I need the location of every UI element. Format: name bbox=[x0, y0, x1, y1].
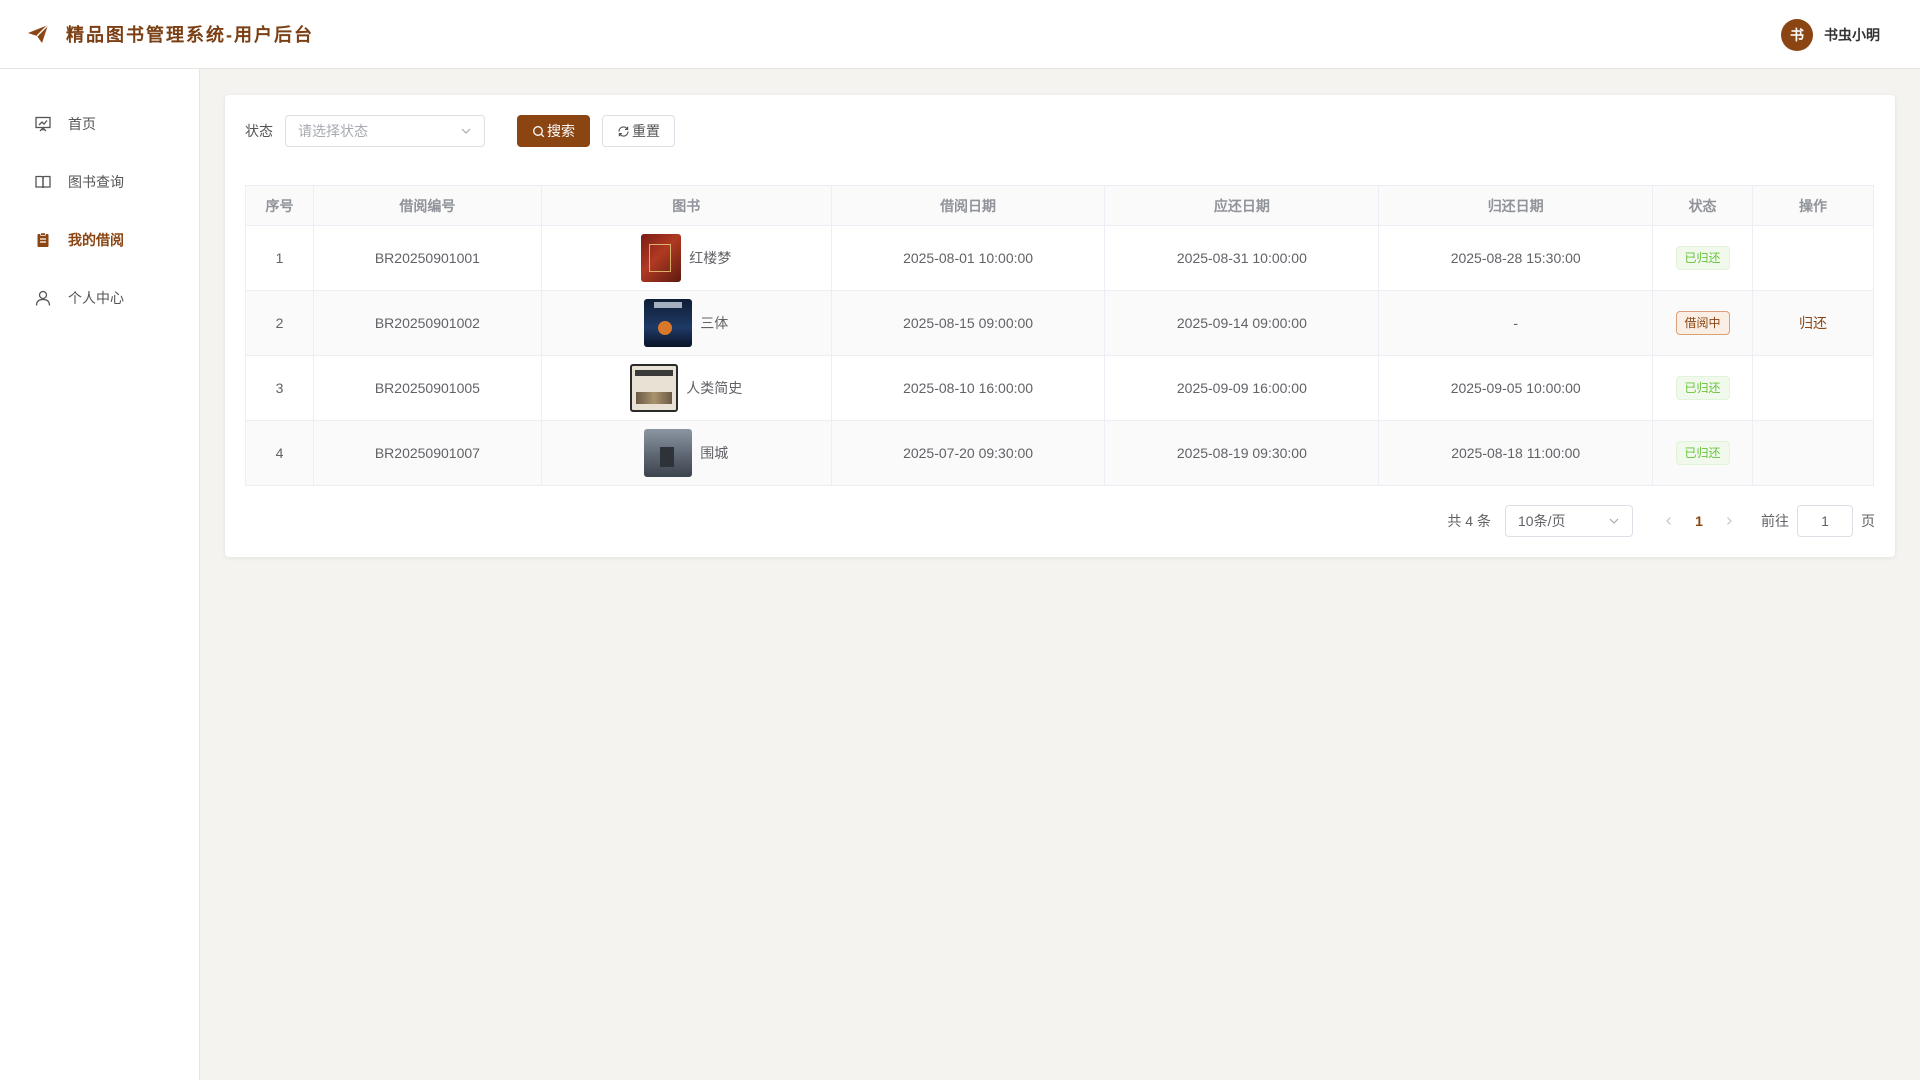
status-select[interactable]: 请选择状态 bbox=[285, 115, 485, 147]
book-cell: 红楼梦 bbox=[542, 234, 831, 282]
sidebar-item-label: 个人中心 bbox=[68, 290, 124, 306]
return-book-link[interactable]: 归还 bbox=[1799, 315, 1827, 331]
book-cell: 三体 bbox=[542, 299, 831, 347]
chevron-right-icon bbox=[1727, 517, 1732, 525]
borrow-number: BR20250901005 bbox=[312, 355, 542, 421]
borrow-number: BR20250901002 bbox=[312, 290, 542, 356]
due-date: 2025-09-09 16:00:00 bbox=[1104, 355, 1380, 421]
page-size-value: 10条/页 bbox=[1518, 513, 1566, 529]
row-index: 3 bbox=[245, 355, 314, 421]
pagination: 共 4 条 10条/页 1 前往 1 页 bbox=[1447, 505, 1875, 537]
borrow-number: BR20250901001 bbox=[312, 225, 542, 291]
next-page-button[interactable] bbox=[1715, 507, 1743, 535]
column-header: 归还日期 bbox=[1378, 185, 1654, 226]
sidebar-item-label: 图书查询 bbox=[68, 174, 124, 190]
borrow-records-card: 状态 请选择状态 搜索 重置 序号 借阅编号 图书 借阅日期 应还日期 归还日期… bbox=[225, 95, 1895, 557]
borrow-date: 2025-08-01 10:00:00 bbox=[830, 225, 1106, 291]
book-title: 红楼梦 bbox=[689, 250, 732, 266]
page-suffix-label: 页 bbox=[1861, 513, 1875, 529]
column-header: 操作 bbox=[1752, 185, 1874, 226]
top-bar: 精品图书管理系统-用户后台 书 书虫小明 bbox=[0, 0, 1920, 69]
user-menu[interactable]: 书 书虫小明 bbox=[1781, 19, 1880, 51]
borrow-table: 序号 借阅编号 图书 借阅日期 应还日期 归还日期 状态 操作 1 BR2025… bbox=[245, 185, 1874, 486]
brand: 精品图书管理系统-用户后台 bbox=[26, 21, 314, 47]
action-cell bbox=[1752, 355, 1874, 421]
book-cell: 人类简史 bbox=[542, 364, 831, 412]
app-title: 精品图书管理系统-用户后台 bbox=[66, 25, 314, 45]
sidebar-item-book-search[interactable]: 图书查询 bbox=[0, 153, 199, 211]
sidebar-item-home[interactable]: 首页 bbox=[0, 95, 199, 153]
sidebar-item-label: 首页 bbox=[68, 116, 96, 132]
row-index: 4 bbox=[245, 420, 314, 486]
sidebar-item-profile[interactable]: 个人中心 bbox=[0, 269, 199, 327]
prev-page-button[interactable] bbox=[1655, 507, 1683, 535]
row-index: 1 bbox=[245, 225, 314, 291]
book-title: 三体 bbox=[700, 315, 729, 331]
reset-button[interactable]: 重置 bbox=[602, 115, 675, 147]
chevron-down-icon bbox=[1609, 518, 1619, 524]
status-filter-label: 状态 bbox=[245, 123, 273, 139]
sidebar-item-label: 我的借阅 bbox=[68, 232, 124, 248]
due-date: 2025-08-31 10:00:00 bbox=[1104, 225, 1380, 291]
return-date: 2025-08-28 15:30:00 bbox=[1378, 225, 1654, 291]
borrow-date: 2025-07-20 09:30:00 bbox=[830, 420, 1106, 486]
paper-plane-icon bbox=[28, 24, 49, 43]
refresh-icon bbox=[617, 125, 630, 138]
filter-bar: 状态 请选择状态 搜索 重置 bbox=[245, 115, 675, 147]
page-number-current[interactable]: 1 bbox=[1683, 513, 1715, 529]
status-badge: 借阅中 bbox=[1675, 311, 1730, 335]
page-size-select[interactable]: 10条/页 bbox=[1505, 505, 1633, 537]
table-header-row: 序号 借阅编号 图书 借阅日期 应还日期 归还日期 状态 操作 bbox=[245, 185, 1874, 226]
status-select-placeholder: 请选择状态 bbox=[298, 123, 368, 139]
action-cell bbox=[1752, 225, 1874, 291]
borrow-date: 2025-08-10 16:00:00 bbox=[830, 355, 1106, 421]
column-header: 序号 bbox=[245, 185, 314, 226]
clipboard-icon bbox=[34, 231, 52, 249]
return-date: - bbox=[1378, 290, 1654, 356]
return-date: 2025-08-18 11:00:00 bbox=[1378, 420, 1654, 486]
chevron-left-icon bbox=[1666, 517, 1671, 525]
search-button[interactable]: 搜索 bbox=[517, 115, 590, 147]
table-row: 4 BR20250901007 围城 2025-07-20 09:30:00 2… bbox=[245, 420, 1874, 486]
sidebar-item-my-borrowing[interactable]: 我的借阅 bbox=[0, 211, 199, 269]
status-badge: 已归还 bbox=[1675, 376, 1730, 400]
action-cell bbox=[1752, 420, 1874, 486]
table-row: 2 BR20250901002 三体 2025-08-15 09:00:00 2… bbox=[245, 290, 1874, 356]
status-badge: 已归还 bbox=[1675, 441, 1730, 465]
search-button-label: 搜索 bbox=[547, 123, 575, 139]
goto-page-input[interactable]: 1 bbox=[1797, 505, 1853, 537]
table-row: 3 BR20250901005 人类简史 2025-08-10 16:00:00… bbox=[245, 355, 1874, 421]
goto-label: 前往 bbox=[1761, 513, 1789, 529]
chevron-down-icon bbox=[461, 128, 471, 134]
column-header: 借阅编号 bbox=[312, 185, 542, 226]
total-count: 共 4 条 bbox=[1447, 513, 1491, 529]
sidebar: 首页 图书查询 我的借阅 个人中心 bbox=[0, 69, 200, 1080]
presentation-board-icon bbox=[34, 115, 52, 133]
due-date: 2025-09-14 09:00:00 bbox=[1104, 290, 1380, 356]
borrow-date: 2025-08-15 09:00:00 bbox=[830, 290, 1106, 356]
user-icon bbox=[34, 289, 52, 307]
table-row: 1 BR20250901001 红楼梦 2025-08-01 10:00:00 … bbox=[245, 225, 1874, 291]
row-index: 2 bbox=[245, 290, 314, 356]
book-cover-image[interactable] bbox=[630, 364, 679, 412]
return-date: 2025-09-05 10:00:00 bbox=[1378, 355, 1654, 421]
book-cover-image[interactable] bbox=[644, 299, 693, 347]
column-header: 借阅日期 bbox=[830, 185, 1106, 226]
open-book-icon bbox=[34, 173, 52, 191]
book-cover-image[interactable] bbox=[641, 234, 682, 282]
book-cover-image[interactable] bbox=[644, 429, 693, 477]
status-badge: 已归还 bbox=[1675, 246, 1730, 270]
column-header: 图书 bbox=[540, 185, 832, 226]
search-icon bbox=[532, 125, 545, 138]
book-title: 围城 bbox=[700, 445, 729, 461]
user-name[interactable]: 书虫小明 bbox=[1824, 25, 1880, 45]
avatar[interactable]: 书 bbox=[1781, 19, 1813, 51]
borrow-number: BR20250901007 bbox=[312, 420, 542, 486]
due-date: 2025-08-19 09:30:00 bbox=[1104, 420, 1380, 486]
book-title: 人类简史 bbox=[686, 380, 743, 396]
book-cell: 围城 bbox=[542, 429, 831, 477]
reset-button-label: 重置 bbox=[632, 123, 660, 139]
column-header: 状态 bbox=[1652, 185, 1754, 226]
column-header: 应还日期 bbox=[1104, 185, 1380, 226]
